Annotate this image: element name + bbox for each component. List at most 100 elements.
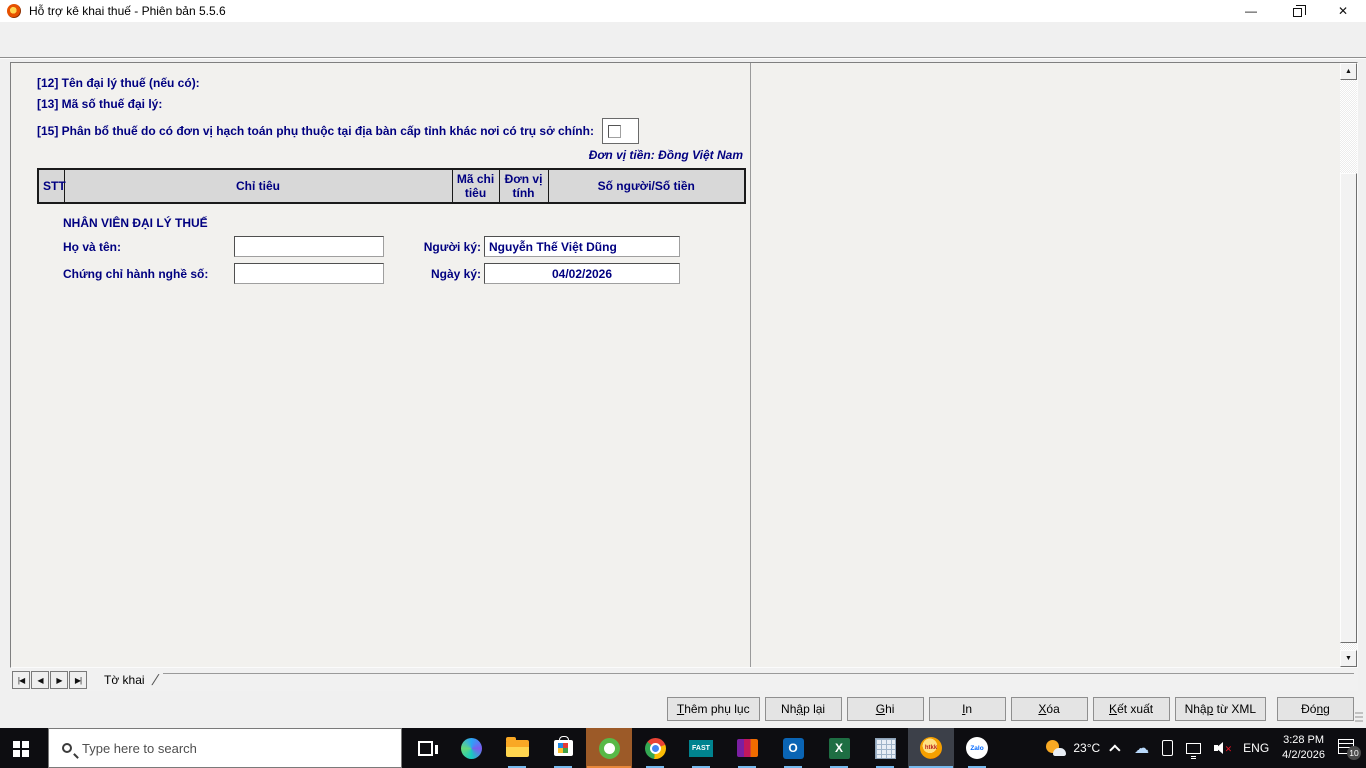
name-input[interactable] <box>234 236 384 257</box>
outlook-glyph: O <box>782 737 804 759</box>
display-icon[interactable] <box>1186 742 1202 757</box>
certificate-input[interactable] <box>234 263 384 284</box>
field-15-checkbox[interactable] <box>607 124 621 138</box>
search-icon <box>62 743 72 753</box>
file-explorer-icon[interactable] <box>494 728 540 768</box>
button-label-part: từ XML <box>1213 702 1256 716</box>
weather-widget[interactable]: 23°C <box>1046 740 1100 756</box>
header-chi-tieu: Chỉ tiêu <box>63 168 453 204</box>
task-view-glyph <box>417 740 438 756</box>
vertical-scrollbar[interactable]: ▲ ▼ <box>1340 63 1357 667</box>
xoa-button[interactable]: Xóa <box>1010 697 1088 721</box>
chrome-icon[interactable] <box>632 728 678 768</box>
next-sheet-icon[interactable]: ▶ <box>50 671 68 689</box>
button-label-part: Đó <box>1301 702 1317 716</box>
onedrive-icon[interactable]: ☁ <box>1134 739 1149 757</box>
agent-section: NHÂN VIÊN ĐẠI LÝ THUẾ Họ và tên: Người k… <box>37 216 750 284</box>
start-button[interactable] <box>0 728 48 768</box>
language-indicator[interactable]: ENG <box>1243 741 1269 755</box>
restore-button[interactable] <box>1274 0 1320 22</box>
coccoc-browser-icon[interactable] <box>586 728 632 768</box>
search-box[interactable] <box>48 728 402 768</box>
copilot-icon[interactable] <box>448 728 494 768</box>
tab-to-khai[interactable]: Tờ khai <box>98 673 151 687</box>
agent-heading: NHÂN VIÊN ĐẠI LÝ THUẾ <box>63 216 208 230</box>
ket-xuat-button[interactable]: Kết xuất <box>1092 697 1170 721</box>
temperature: 23°C <box>1073 741 1101 755</box>
button-label-part: Nhậ <box>1184 702 1207 716</box>
zalo-icon[interactable]: Zalo <box>954 728 1000 768</box>
microsoft-store-glyph <box>553 736 573 756</box>
windows-logo-icon <box>12 740 20 748</box>
divider <box>0 57 1366 59</box>
sign-date-input[interactable] <box>484 263 680 284</box>
sign-date-label: Ngày ký: <box>430 266 481 281</box>
button-label-part: hi <box>885 702 895 716</box>
them-phu-luc-button[interactable]: Thêm phụ lục <box>666 697 760 721</box>
fast-app-icon[interactable]: FAST <box>678 728 724 768</box>
system-tray: 23°C ☁ ✕ ENG 3:28 PM 4/2/2026 10 <box>1046 728 1366 768</box>
clock[interactable]: 3:28 PM 4/2/2026 <box>1282 733 1325 763</box>
app-window: Hỗ trợ kê khai thuế - Phiên bản 5.5.6 — … <box>0 0 1366 728</box>
copilot-glyph <box>460 737 482 759</box>
window-title: Hỗ trợ kê khai thuế - Phiên bản 5.5.6 <box>29 4 226 18</box>
scroll-up-icon[interactable]: ▲ <box>1340 63 1357 80</box>
divider <box>162 673 1354 674</box>
time: 3:28 PM <box>1283 734 1325 747</box>
form-panel: [12] Tên đại lý thuế (nếu có): [13] Mã s… <box>10 62 1358 668</box>
excel-icon[interactable]: X <box>816 728 862 768</box>
button-label-part: Nh <box>781 702 797 716</box>
header-stt: STT <box>37 168 66 204</box>
scrollbar-thumb[interactable] <box>1340 173 1357 643</box>
htkk-icon[interactable]: htkk <box>908 728 954 768</box>
field-15-checkbox-frame <box>601 118 639 144</box>
header-so-tien: Số người/Số tiền <box>547 168 746 204</box>
signer-input[interactable] <box>484 236 680 257</box>
winrar-icon[interactable] <box>724 728 770 768</box>
resize-grip[interactable] <box>1355 712 1363 724</box>
name-label: Họ và tên: <box>63 239 122 254</box>
prev-sheet-icon[interactable]: ◀ <box>31 671 49 689</box>
minimize-button[interactable]: — <box>1228 0 1274 22</box>
outlook-icon[interactable]: O <box>770 728 816 768</box>
header-ma-chi-tieu: Mã chi tiêu <box>451 168 500 204</box>
header-don-vi-tinh: Đơn vị tính <box>498 168 549 204</box>
title-bar: Hỗ trợ kê khai thuế - Phiên bản 5.5.6 — … <box>0 0 1366 22</box>
notification-badge: 10 <box>1347 746 1361 760</box>
last-sheet-icon[interactable]: ▶| <box>69 671 87 689</box>
nhap-lai-button[interactable]: Nhập lại <box>764 697 842 721</box>
action-button-row: Thêm phụ lục Nhập lại Ghi In Xóa Kết xuất Nhập… <box>666 697 1354 721</box>
button-label-part: K <box>1109 702 1118 716</box>
signer-label: Người ký: <box>423 239 481 254</box>
close-button[interactable]: ✕ <box>1320 0 1366 22</box>
taskbar: FAST O Xhtkk Zalo 23°C ☁ ✕ ENG 3:28 PM 4/2/… <box>0 728 1366 768</box>
ghi-button[interactable]: Ghi <box>846 697 924 721</box>
volume-muted-icon[interactable]: ✕ <box>1214 741 1232 755</box>
winrar-glyph <box>736 739 758 757</box>
button-label-part: ết xuất <box>1117 702 1154 716</box>
scroll-down-icon[interactable]: ▼ <box>1340 650 1357 667</box>
button-label-part: óa <box>1046 702 1060 716</box>
file-explorer-glyph <box>505 736 529 757</box>
tray-chevron-icon[interactable] <box>1109 744 1121 756</box>
phone-link-icon[interactable] <box>1162 740 1174 756</box>
dong-button[interactable]: Đóng <box>1277 697 1354 721</box>
button-label-part: G <box>875 702 886 716</box>
calculator-grid-icon[interactable] <box>862 728 908 768</box>
field-12-label: [12] Tên đại lý thuế (nếu có): <box>37 76 200 90</box>
action-center-icon[interactable]: 10 <box>1338 739 1361 760</box>
first-sheet-icon[interactable]: |◀ <box>12 671 30 689</box>
excel-glyph: X <box>828 737 850 759</box>
nhap-tu-xml-button[interactable]: Nhập từ XML <box>1174 697 1266 721</box>
htkk-glyph: htkk <box>920 737 942 759</box>
in-button[interactable]: In <box>928 697 1006 721</box>
search-input[interactable] <box>82 740 362 756</box>
task-view-icon[interactable] <box>402 728 448 768</box>
calculator-grid-glyph <box>874 737 896 759</box>
tax-form: [12] Tên đại lý thuế (nếu có): [13] Mã s… <box>11 63 751 667</box>
zalo-glyph: Zalo <box>966 737 988 759</box>
certificate-label: Chứng chỉ hành nghề số: <box>63 266 209 281</box>
weather-icon <box>1046 740 1067 756</box>
tab-slash: / <box>149 671 160 689</box>
microsoft-store-icon[interactable] <box>540 728 586 768</box>
